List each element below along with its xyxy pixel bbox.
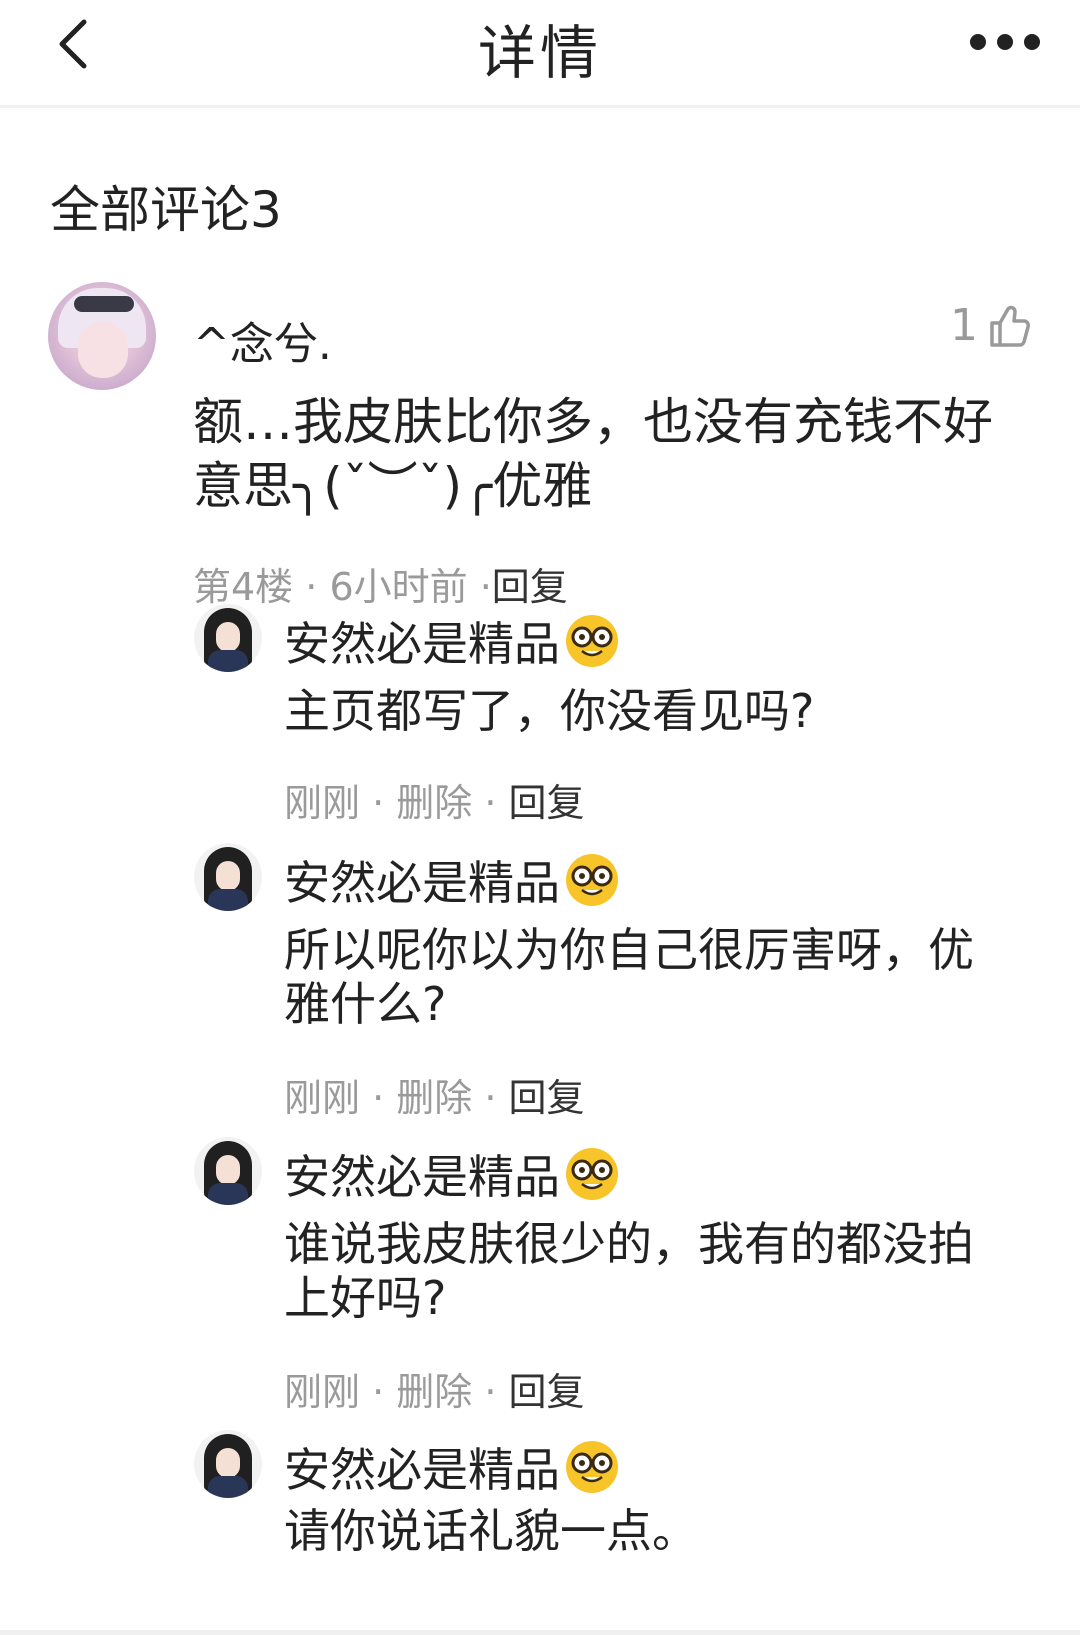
reply-item: 安然必是精品 所以呢你以为你自己很厉害呀，优雅什么? 刚刚 · 删除 · 回复 <box>194 843 1014 1123</box>
reply-button[interactable]: 回复 <box>509 1370 585 1414</box>
reply-username[interactable]: 安然必是精品 <box>284 847 620 913</box>
nerd-face-emoji <box>566 1441 618 1493</box>
reply-item: 安然必是精品 谁说我皮肤很少的，我有的都没拍上好吗? 刚刚 · 删除 · 回复 <box>194 1137 1014 1417</box>
nerd-face-emoji <box>566 1148 618 1200</box>
like-count: 1 <box>950 300 978 351</box>
timestamp: 刚刚 <box>284 781 361 825</box>
reply-meta: 刚刚 · 删除 · 回复 <box>284 1370 585 1414</box>
reply-text: 所以呢你以为你自己很厉害呀，优雅什么? <box>284 923 974 1031</box>
reply-username[interactable]: 安然必是精品 <box>284 608 620 674</box>
reply-item: 安然必是精品 主页都写了，你没看见吗? 刚刚 · 删除 · 回复 <box>194 604 1014 825</box>
comment-meta: 第4楼 · 6小时前 ·回复 <box>193 565 568 609</box>
comments-count-title: 全部评论3 <box>50 181 282 239</box>
reply-button[interactable]: 回复 <box>509 1076 585 1120</box>
bottom-divider <box>0 1630 1080 1635</box>
comment-text: 额…我皮肤比你多，也没有充钱不好意思╮(ˇ︶ˇ)╭优雅 <box>193 393 993 515</box>
delete-button[interactable]: 删除 <box>396 781 472 825</box>
page-title: 详情 <box>477 19 602 87</box>
avatar[interactable] <box>194 1137 262 1205</box>
reply-username[interactable]: 安然必是精品 <box>284 1434 620 1500</box>
like-button[interactable]: 1 <box>950 300 1032 351</box>
more-dots-icon <box>970 34 986 50</box>
timestamp: 刚刚 <box>284 1370 361 1414</box>
reply-username[interactable]: 安然必是精品 <box>284 1141 620 1207</box>
top-bar: 详情 <box>0 0 1080 108</box>
reply-text: 主页都写了，你没看见吗? <box>284 684 815 738</box>
avatar[interactable] <box>194 604 262 672</box>
reply-text: 谁说我皮肤很少的，我有的都没拍上好吗? <box>284 1217 974 1325</box>
timestamp: 6小时前 <box>329 565 468 609</box>
nerd-face-emoji <box>566 854 618 906</box>
reply-button[interactable]: 回复 <box>492 565 568 609</box>
reply-meta: 刚刚 · 删除 · 回复 <box>284 781 585 825</box>
nerd-face-emoji <box>566 615 618 667</box>
reply-item: 安然必是精品 请你说话礼貌一点。 <box>194 1430 1014 1630</box>
floor-label: 第4楼 <box>193 565 294 609</box>
more-options-button[interactable] <box>970 30 1040 54</box>
avatar[interactable] <box>48 282 156 390</box>
avatar[interactable] <box>194 1430 262 1498</box>
reply-text: 请你说话礼貌一点。 <box>284 1504 698 1558</box>
timestamp: 刚刚 <box>284 1076 361 1120</box>
avatar[interactable] <box>194 843 262 911</box>
reply-button[interactable]: 回复 <box>509 781 585 825</box>
reply-meta: 刚刚 · 删除 · 回复 <box>284 1076 585 1120</box>
delete-button[interactable]: 删除 <box>396 1370 472 1414</box>
delete-button[interactable]: 删除 <box>396 1076 472 1120</box>
comment-username[interactable]: ^念兮. <box>193 308 332 372</box>
thumbs-up-icon <box>990 305 1030 347</box>
